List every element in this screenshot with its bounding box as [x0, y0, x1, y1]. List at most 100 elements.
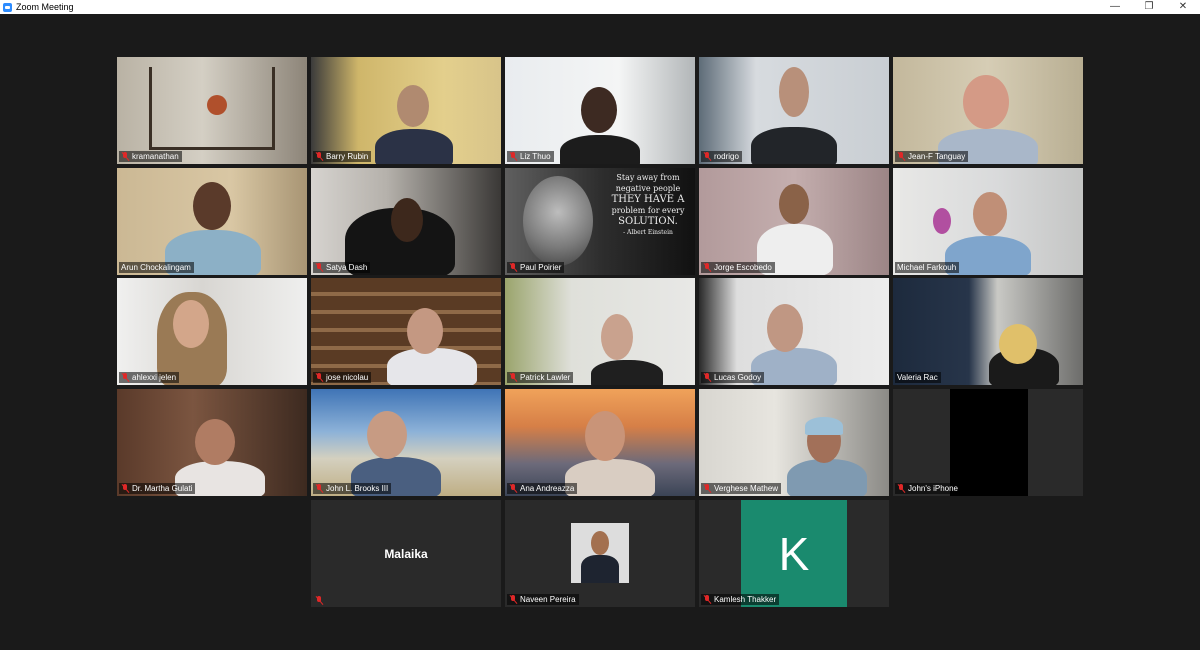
mic-muted-icon: [315, 484, 324, 493]
video-tile-michael-farkouh[interactable]: Michael Farkouh: [893, 168, 1083, 275]
mic-muted-icon: [509, 484, 518, 493]
black-video-feed: [950, 389, 1028, 496]
name-tag: Verghese Mathew: [701, 483, 782, 494]
video-tile-arun-chockalingam[interactable]: Arun Chockalingam: [117, 168, 307, 275]
mic-muted-icon: [703, 484, 712, 493]
mic-muted-icon: [703, 373, 712, 382]
mic-muted-icon: [509, 595, 518, 604]
person-head: [973, 192, 1007, 236]
video-tile-rodrigo[interactable]: rodrigo: [699, 57, 889, 164]
mic-muted-icon: [121, 484, 130, 493]
person-head: [407, 308, 443, 354]
person-head: [173, 300, 209, 348]
einstein-portrait: [523, 176, 593, 266]
minimize-button[interactable]: —: [1098, 0, 1132, 14]
quote-line: SOLUTION.: [618, 216, 678, 227]
person-head: [601, 314, 633, 360]
name-tag: Jorge Escobedo: [701, 262, 775, 273]
video-tile-lucas-godoy[interactable]: Lucas Godoy: [699, 278, 889, 385]
quote-line: - Albert Einstein: [623, 229, 673, 236]
video-tile-jorge-escobedo[interactable]: Jorge Escobedo: [699, 168, 889, 275]
mic-muted-icon: [509, 152, 518, 161]
person-body: [387, 348, 477, 385]
photo-body: [581, 555, 619, 583]
gallery-view: kramanathan Barry Rubin Liz Thuo rodrigo…: [0, 14, 1200, 650]
name-tag: Dr. Martha Gulati: [119, 483, 196, 494]
mic-muted-icon: [897, 152, 906, 161]
person-body: [787, 459, 867, 496]
person-body: [565, 459, 655, 496]
window-title: Zoom Meeting: [16, 2, 74, 12]
person-head: [999, 324, 1037, 364]
video-tile-ahlexxi-jelen[interactable]: ahlexxi jelen: [117, 278, 307, 385]
globe-decor: [207, 95, 227, 115]
video-tile-paul-poirier[interactable]: Stay away from negative people THEY HAVE…: [505, 168, 695, 275]
video-tile-kamlesh-thakker[interactable]: K Kamlesh Thakker: [699, 500, 889, 607]
quote-line: THEY HAVE A: [611, 194, 685, 205]
video-tile-dr-martha-gulati[interactable]: Dr. Martha Gulati: [117, 389, 307, 496]
mic-muted-icon: [121, 152, 130, 161]
mic-muted-icon: [315, 263, 324, 272]
person-head: [397, 85, 429, 127]
mic-muted-icon: [315, 152, 324, 161]
quote-line: problem for every: [611, 206, 685, 215]
video-tile-barry-rubin[interactable]: Barry Rubin: [311, 57, 501, 164]
name-tag: Kamlesh Thakker: [701, 594, 780, 605]
name-tag: Naveen Pereira: [507, 594, 579, 605]
video-tile-ana-andreazza[interactable]: Ana Andreazza: [505, 389, 695, 496]
profile-photo: [571, 523, 629, 583]
participant-display-name: Malaika: [384, 546, 428, 561]
name-tag: Jean-F Tanguay: [895, 151, 969, 162]
mic-muted-icon: [897, 484, 906, 493]
mic-muted-icon: [509, 373, 518, 382]
name-tag: John's iPhone: [895, 483, 962, 494]
person-body: [375, 129, 453, 164]
person-head: [963, 75, 1009, 129]
quote-line: Stay away from: [616, 173, 680, 182]
name-tag: kramanathan: [119, 151, 182, 162]
close-button[interactable]: ✕: [1166, 0, 1200, 14]
restore-button[interactable]: ❐: [1132, 0, 1166, 14]
name-tag: John L. Brooks III: [313, 483, 392, 494]
video-tile-naveen-pereira[interactable]: Naveen Pereira: [505, 500, 695, 607]
video-tile-valeria-rac[interactable]: Valeria Rac: [893, 278, 1083, 385]
person-head: [193, 182, 231, 230]
name-tag: Arun Chockalingam: [119, 262, 194, 273]
person-head: [195, 419, 235, 465]
name-tag: rodrigo: [701, 151, 742, 162]
video-tile-satya-dash[interactable]: Satya Dash: [311, 168, 501, 275]
person-head: [779, 67, 809, 117]
photo-head: [591, 531, 609, 555]
person-body: [591, 360, 663, 385]
mic-muted-icon: [315, 373, 324, 382]
avatar: K: [741, 500, 847, 607]
name-tag: Paul Poirier: [507, 262, 565, 273]
person-head: [779, 184, 809, 224]
mic-muted-icon: [703, 595, 712, 604]
video-tile-jean-f-tanguay[interactable]: Jean-F Tanguay: [893, 57, 1083, 164]
name-tag: [313, 596, 327, 605]
name-tag: Michael Farkouh: [895, 262, 960, 273]
name-tag: Lucas Godoy: [701, 372, 765, 383]
video-tile-johns-iphone[interactable]: John's iPhone: [893, 389, 1083, 496]
mic-muted-icon: [509, 263, 518, 272]
video-tile-verghese-mathew[interactable]: Verghese Mathew: [699, 389, 889, 496]
video-tile-malaika[interactable]: Malaika: [311, 500, 501, 607]
name-tag: ahlexxi jelen: [119, 372, 180, 383]
quote-line: negative people: [615, 184, 681, 193]
person-head: [367, 411, 407, 459]
person-body: [560, 135, 640, 164]
video-tile-kramanathan[interactable]: kramanathan: [117, 57, 307, 164]
video-tile-liz-thuo[interactable]: Liz Thuo: [505, 57, 695, 164]
person-head: [585, 411, 625, 461]
surgical-cap: [805, 417, 843, 435]
name-tag: Barry Rubin: [313, 151, 372, 162]
orchid-decor: [933, 208, 951, 234]
person-body: [751, 127, 837, 164]
video-tile-jose-nicolau[interactable]: jose nicolau: [311, 278, 501, 385]
mic-muted-icon: [121, 373, 130, 382]
video-tile-john-l-brooks-iii[interactable]: John L. Brooks III: [311, 389, 501, 496]
person-head: [767, 304, 803, 352]
video-tile-patrick-lawler[interactable]: Patrick Lawler: [505, 278, 695, 385]
mic-muted-icon: [315, 596, 324, 605]
